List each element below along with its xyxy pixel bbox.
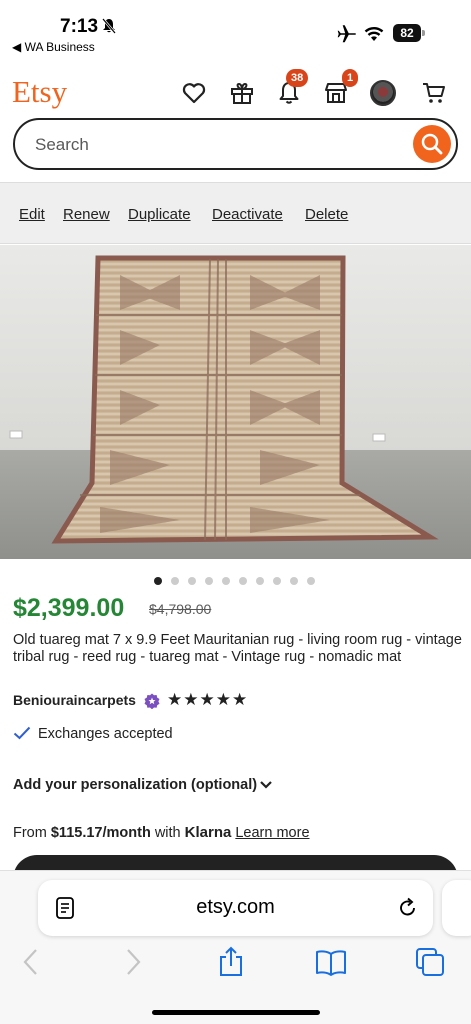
search-button[interactable] <box>413 125 451 163</box>
back-to-app-link[interactable]: ◀ WA Business <box>12 40 95 54</box>
cart-icon[interactable] <box>421 80 447 106</box>
gift-icon[interactable] <box>229 80 255 106</box>
airplane-icon <box>337 25 356 43</box>
carousel-dot[interactable] <box>256 577 264 585</box>
shop-name-link[interactable]: Beniouraincarpets <box>13 692 136 708</box>
deactivate-link[interactable]: Deactivate <box>212 206 283 223</box>
edit-link[interactable]: Edit <box>19 206 45 223</box>
battery-indicator: 82 <box>393 24 425 42</box>
carousel-dot[interactable] <box>171 577 179 585</box>
duplicate-link[interactable]: Duplicate <box>128 206 191 223</box>
forward-arrow-icon[interactable] <box>117 946 149 978</box>
listing-admin-bar: Edit Renew Duplicate Deactivate Delete <box>0 182 471 244</box>
search-icon <box>421 133 443 155</box>
carousel-dot[interactable] <box>205 577 213 585</box>
product-title: Old tuareg mat 7 x 9.9 Feet Mauritanian … <box>13 632 462 665</box>
image-carousel-dots[interactable] <box>154 572 324 585</box>
tabs-icon[interactable] <box>414 946 446 978</box>
search-input[interactable]: Search <box>35 135 89 155</box>
address-bar[interactable]: etsy.com <box>38 880 433 936</box>
checkmark-icon <box>13 726 31 740</box>
etsy-logo[interactable]: Etsy <box>12 74 67 110</box>
original-price: $4,798.00 <box>149 601 212 617</box>
rating-stars[interactable]: ★★★★★ <box>167 690 248 710</box>
battery-level: 82 <box>393 24 421 42</box>
carousel-dot[interactable] <box>154 577 162 585</box>
wifi-icon <box>364 27 384 41</box>
learn-more-link[interactable]: Learn more <box>235 825 309 841</box>
carousel-dot[interactable] <box>290 577 298 585</box>
reload-icon[interactable] <box>397 896 419 920</box>
renew-link[interactable]: Renew <box>63 206 110 223</box>
carousel-dot[interactable] <box>188 577 196 585</box>
klarna-logo: Klarna <box>184 824 232 841</box>
product-image[interactable] <box>0 245 471 559</box>
status-time: 7:13 <box>60 16 99 37</box>
url-text[interactable]: etsy.com <box>38 896 433 919</box>
bell-off-icon <box>102 18 116 34</box>
share-icon[interactable] <box>215 946 247 978</box>
sale-price: $2,399.00 <box>13 594 125 622</box>
rug-photo <box>0 245 471 559</box>
status-bar: 7:13 ◀ WA Business 82 <box>0 0 471 60</box>
klarna-amount: $115.17/month <box>50 825 151 841</box>
carousel-dot[interactable] <box>273 577 281 585</box>
bookmarks-icon[interactable] <box>315 946 347 978</box>
chevron-down-icon[interactable] <box>259 780 273 790</box>
klarna-financing: From $115.17/month with Klarna Learn mor… <box>13 824 310 841</box>
shop-badge: 1 <box>342 69 359 87</box>
star-seller-icon <box>144 693 160 709</box>
home-indicator[interactable] <box>152 1010 320 1015</box>
exchanges-accepted-text: Exchanges accepted <box>38 726 173 742</box>
carousel-dot[interactable] <box>239 577 247 585</box>
next-tab-preview[interactable] <box>442 880 471 936</box>
heart-icon[interactable] <box>181 80 207 106</box>
avatar[interactable] <box>370 80 396 106</box>
back-arrow-icon[interactable] <box>15 946 47 978</box>
personalization-toggle[interactable]: Add your personalization (optional) <box>13 777 257 793</box>
carousel-dot[interactable] <box>222 577 230 585</box>
carousel-dot[interactable] <box>307 577 315 585</box>
search-bar[interactable]: Search <box>13 118 458 170</box>
delete-link[interactable]: Delete <box>305 206 348 223</box>
notifications-badge: 38 <box>286 69 309 87</box>
